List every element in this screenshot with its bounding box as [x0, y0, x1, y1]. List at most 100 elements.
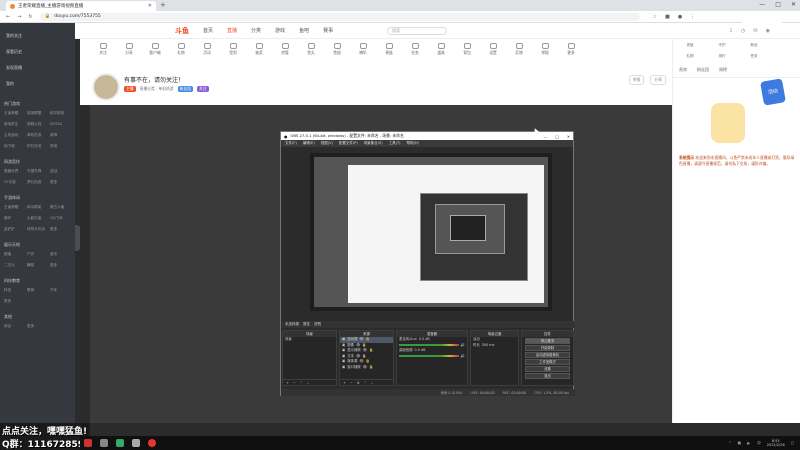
obs-minimize-button[interactable]: — [543, 134, 547, 139]
sidebar-section-title[interactable]: 其他 [4, 314, 71, 320]
scene-down-icon[interactable]: ⌄ [307, 381, 310, 385]
sidebar-category-link[interactable]: 和平精英 [27, 205, 48, 210]
sidebar-category-link[interactable]: 守望先锋 [27, 169, 48, 174]
sidebar-category-link[interactable]: 科技 [4, 288, 25, 293]
sidebar-item-mine[interactable]: 我的 [6, 81, 69, 87]
sidebar-item-history[interactable]: 观看历史 [6, 49, 69, 55]
sidebar-category-link[interactable]: 更多 [50, 263, 71, 268]
nav-events[interactable]: 赛事 [323, 27, 333, 34]
sidebar-category-link[interactable]: 王者荣耀 [4, 205, 25, 210]
sidebar-section-title[interactable]: 科技教育 [4, 278, 71, 284]
obs-menu-item[interactable]: 配置文件(P) [339, 141, 358, 146]
sidebar-category-link[interactable]: 魔兽世界 [4, 169, 25, 174]
source-up-icon[interactable]: ⌃ [364, 381, 367, 385]
sidebar-category-link[interactable]: 逆战 [50, 169, 71, 174]
nav-games[interactable]: 游戏 [275, 27, 285, 34]
obs-menu-item[interactable]: 帮助(H) [407, 141, 419, 146]
sidebar-category-link[interactable]: 英雄联盟 [27, 111, 48, 116]
obs-control-button[interactable]: 启动虚拟摄像机 [525, 352, 571, 358]
report-button[interactable]: 举报 [628, 75, 645, 85]
scene-item[interactable]: 场景 [283, 337, 336, 343]
sidebar-category-link[interactable]: 地下城 [4, 144, 25, 149]
obs-close-button[interactable]: ✕ [567, 134, 570, 139]
sidebar-category-link[interactable]: 户外 [27, 252, 48, 257]
room-tool-button[interactable]: 鱼翅 [330, 43, 344, 56]
obs-menu-item[interactable]: 工具(T) [389, 141, 401, 146]
history-icon[interactable]: ◷ [741, 28, 745, 34]
app-icon-4[interactable] [132, 439, 140, 447]
volume-icon[interactable]: 🔈 [747, 441, 751, 445]
sidebar-collapse-handle[interactable] [75, 225, 80, 251]
nav-forum[interactable]: 鱼吧 [299, 27, 309, 34]
sidebar-item-follow[interactable]: 我的关注 [6, 33, 69, 39]
obs-preview[interactable] [310, 153, 552, 311]
room-tool-button[interactable]: 礼物 [174, 43, 188, 56]
obs-menu-item[interactable]: 编辑(E) [303, 141, 315, 146]
app-icon-3[interactable] [116, 439, 124, 447]
room-tool-button[interactable]: 客户端 [148, 43, 162, 56]
sidebar-category-link[interactable]: 绝地求生 [4, 122, 25, 127]
sidebar-category-link[interactable]: 更多 [4, 299, 25, 304]
browser-tab[interactable]: 王者荣耀直播_主播游戏视频直播 ✕ [6, 1, 156, 11]
user-avatar-icon[interactable]: ◉ [766, 28, 770, 34]
sidebar-category-link[interactable]: 崩坏 [4, 216, 25, 221]
sidebar-category-link[interactable]: 王者荣耀 [4, 111, 25, 116]
nav-category[interactable]: 分类 [251, 27, 261, 34]
maximize-button[interactable]: □ [775, 1, 781, 8]
room-tool-button[interactable]: 鱼丸 [304, 43, 318, 56]
desktop-mute-icon[interactable]: 🔊 [461, 354, 465, 360]
source-lock-icon[interactable]: 🔒 [369, 365, 373, 371]
sidebar-item-discover[interactable]: 发现直播 [6, 65, 69, 71]
filters-button[interactable]: 滤镜 [314, 322, 321, 327]
profile-icon[interactable]: ● [678, 14, 682, 20]
tab-weekly[interactable]: 周榜 [719, 67, 727, 73]
room-tool-button[interactable]: 签到 [226, 43, 240, 56]
room-tool-button[interactable]: 喇叭 [356, 43, 370, 56]
message-icon[interactable]: ✉ [753, 28, 757, 34]
sidebar-category-link[interactable]: 综合 [4, 324, 25, 329]
right-tool-button[interactable]: 粉丝 [741, 43, 767, 48]
room-tool-button[interactable]: 设置 [486, 43, 500, 56]
close-tab-icon[interactable]: ✕ [148, 3, 152, 9]
room-tool-button[interactable]: 活动 [200, 43, 214, 56]
site-search-input[interactable]: 搜索 [387, 26, 448, 35]
obs-maximize-button[interactable]: □ [555, 134, 559, 139]
notification-icon[interactable]: ▢ [791, 441, 794, 445]
site-logo[interactable]: 斗鱼 [175, 26, 189, 36]
close-window-button[interactable]: ✕ [791, 1, 796, 8]
room-tool-button[interactable]: 分享 [122, 43, 136, 56]
room-category[interactable]: 直播分类 · 单机热游 [140, 86, 174, 92]
remove-source-icon[interactable]: − [350, 381, 353, 385]
room-tool-button[interactable]: 更多 [564, 43, 578, 56]
sidebar-category-link[interactable]: 舞蹈 [27, 263, 48, 268]
obs-menu-item[interactable]: 场景集合(S) [364, 141, 383, 146]
room-tool-button[interactable]: 关注 [96, 43, 110, 56]
network-icon[interactable]: ▦ [738, 441, 741, 445]
anchor-avatar[interactable] [92, 73, 120, 101]
sidebar-category-link[interactable]: 二次元 [4, 263, 25, 268]
obs-control-button[interactable]: 停止推流 [525, 338, 571, 344]
forward-icon[interactable]: → [17, 14, 21, 20]
desktop-volume-meter[interactable] [398, 355, 459, 358]
back-icon[interactable]: ← [6, 14, 10, 20]
source-item[interactable]: ▣ 窗口捕获 👁 🔒 [340, 365, 393, 371]
obs-control-button[interactable]: 设置 [525, 366, 571, 372]
visibility-eye-icon[interactable]: 👁 [363, 365, 367, 371]
sidebar-category-link[interactable]: 梦幻西游 [27, 180, 48, 185]
properties-button[interactable]: 属性 [303, 322, 310, 327]
duration-input[interactable]: 300 ms [482, 343, 495, 349]
mic-volume-meter[interactable] [398, 344, 459, 347]
room-tool-button[interactable]: 任务 [408, 43, 422, 56]
sidebar-category-link[interactable]: CF手游 [4, 180, 25, 185]
ime-icon[interactable]: 中 [757, 441, 761, 446]
app-icon-1[interactable] [84, 439, 92, 447]
obs-control-button[interactable]: 退出 [525, 373, 571, 379]
sidebar-category-link[interactable]: 更多 [50, 227, 71, 232]
new-tab-icon[interactable]: + [160, 1, 166, 9]
right-tool-button[interactable]: 贵族 [677, 43, 703, 48]
follow-badge[interactable]: 关注 [196, 86, 209, 92]
bookmark-star-icon[interactable]: ☆ [653, 14, 657, 20]
sidebar-category-link[interactable]: 球球大作战 [27, 227, 48, 232]
share-button[interactable]: 分享 [650, 75, 666, 85]
activity-float-button[interactable]: 活动 [760, 78, 786, 106]
